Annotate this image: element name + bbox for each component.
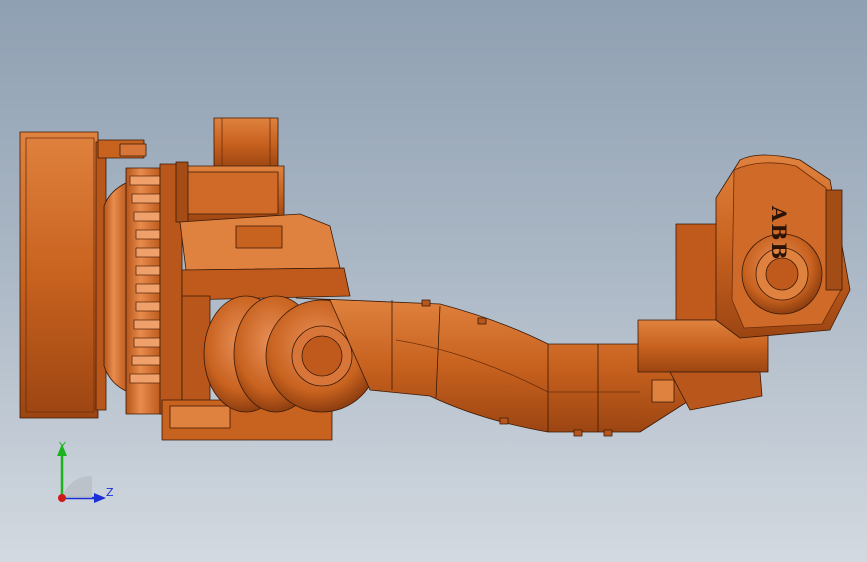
z-axis-arrowhead [94,493,106,503]
coordinate-triad: Y Z [57,440,114,503]
wrist-housing[interactable] [637,154,851,411]
z-axis-label: Z [106,486,114,499]
3d-viewport[interactable]: ABB Y Z [0,0,867,562]
x-axis-dot [58,494,66,502]
axis-1-motor[interactable] [175,117,285,223]
brand-logo: ABB [767,205,791,261]
base-rotation-disk[interactable] [103,163,183,415]
y-axis-label: Y [58,440,66,453]
triad-plane [62,475,92,498]
robot-arm-model[interactable]: ABB [0,0,867,562]
